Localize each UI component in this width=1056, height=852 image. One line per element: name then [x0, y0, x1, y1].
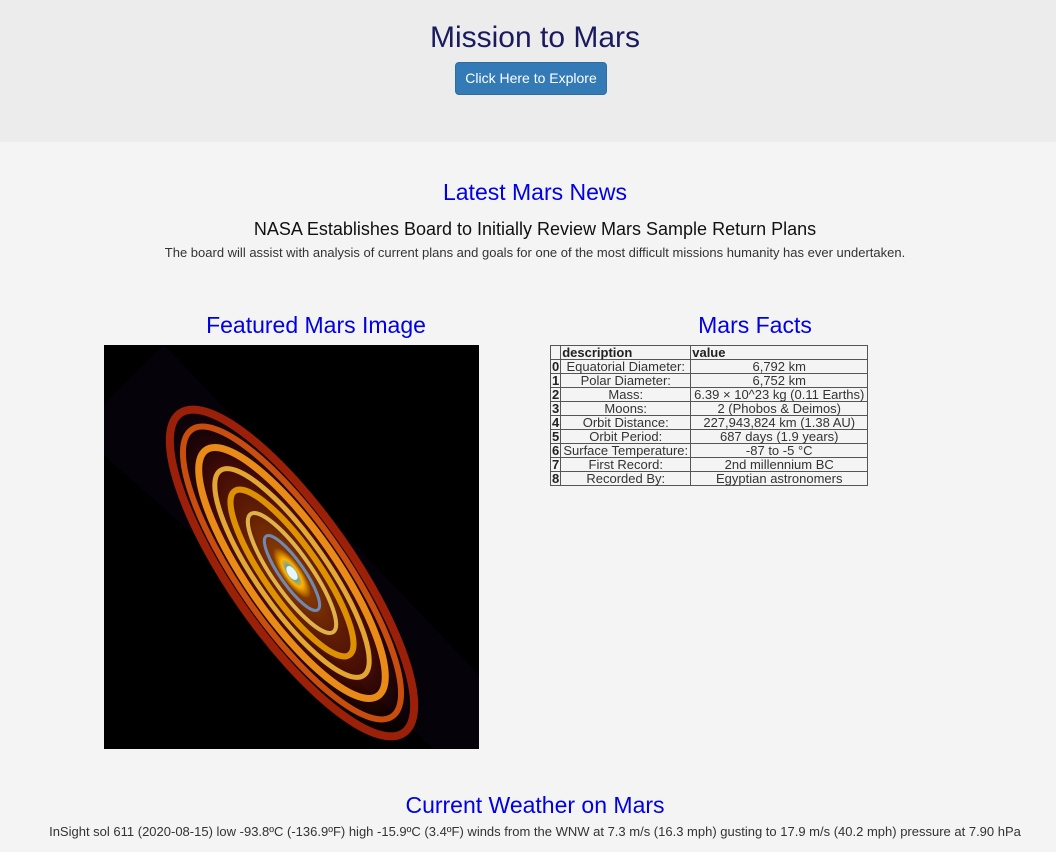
row-value: 2nd millennium BC [690, 457, 869, 472]
row-index: 6 [549, 443, 562, 458]
row-description: First Record: [560, 457, 692, 472]
galaxy-image [104, 345, 479, 749]
row-description: Moons: [560, 401, 692, 416]
row-value: 227,943,824 km (1.38 AU) [690, 415, 869, 430]
mars-facts-table: description value 0 Equatorial Diameter:… [549, 345, 869, 486]
table-row: 6 Surface Temperature: -87 to -5 °C [549, 443, 869, 458]
row-description: Recorded By: [560, 471, 692, 486]
news-section-title: Latest Mars News [442, 179, 628, 205]
weather-section-title: Current Weather on Mars [405, 792, 665, 818]
row-index: 1 [549, 373, 562, 388]
row-value: 2 (Phobos & Deimos) [690, 401, 869, 416]
value-column-header: value [690, 345, 869, 360]
weather-report: InSight sol 611 (2020-08-15) low -93.8ºC… [49, 824, 1021, 839]
explore-button[interactable]: Click Here to Explore [455, 62, 607, 95]
header-jumbotron: Mission to Mars Click Here to Explore [0, 0, 1056, 142]
facts-section-title: Mars Facts [698, 312, 812, 338]
row-index: 4 [549, 415, 562, 430]
row-description: Orbit Distance: [560, 415, 692, 430]
news-headline: NASA Establishes Board to Initially Revi… [253, 219, 817, 239]
table-row: 1 Polar Diameter: 6,752 km [549, 373, 869, 388]
row-value: 6,792 km [690, 359, 869, 374]
table-row: 5 Orbit Period: 687 days (1.9 years) [549, 429, 869, 444]
row-description: Surface Temperature: [560, 443, 692, 458]
row-value: 6,752 km [690, 373, 869, 388]
featured-image-title: Featured Mars Image [206, 312, 426, 338]
row-index: 7 [549, 457, 562, 472]
featured-image[interactable] [104, 345, 479, 749]
row-index: 5 [549, 429, 562, 444]
row-value: 6.39 × 10^23 kg (0.11 Earths) [690, 387, 869, 402]
row-description: Equatorial Diameter: [560, 359, 692, 374]
site-title: Mission to Mars [429, 21, 641, 54]
description-column-header: description [560, 345, 692, 360]
row-index: 3 [549, 401, 562, 416]
row-index: 0 [549, 359, 562, 374]
table-row: 7 First Record: 2nd millennium BC [549, 457, 869, 472]
row-index: 8 [549, 471, 562, 486]
index-column-header [549, 345, 562, 360]
row-description: Orbit Period: [560, 429, 692, 444]
table-row: 4 Orbit Distance: 227,943,824 km (1.38 A… [549, 415, 869, 430]
table-row: 3 Moons: 2 (Phobos & Deimos) [549, 401, 869, 416]
table-row: 8 Recorded By: Egyptian astronomers [549, 471, 869, 486]
table-row: 2 Mass: 6.39 × 10^23 kg (0.11 Earths) [549, 387, 869, 402]
table-header-row: description value [549, 345, 869, 360]
row-value: Egyptian astronomers [690, 471, 869, 486]
row-value: -87 to -5 °C [690, 443, 869, 458]
news-teaser: The board will assist with analysis of c… [164, 245, 906, 260]
row-description: Mass: [560, 387, 692, 402]
row-description: Polar Diameter: [560, 373, 692, 388]
row-index: 2 [549, 387, 562, 402]
row-value: 687 days (1.9 years) [690, 429, 869, 444]
table-row: 0 Equatorial Diameter: 6,792 km [549, 359, 869, 374]
